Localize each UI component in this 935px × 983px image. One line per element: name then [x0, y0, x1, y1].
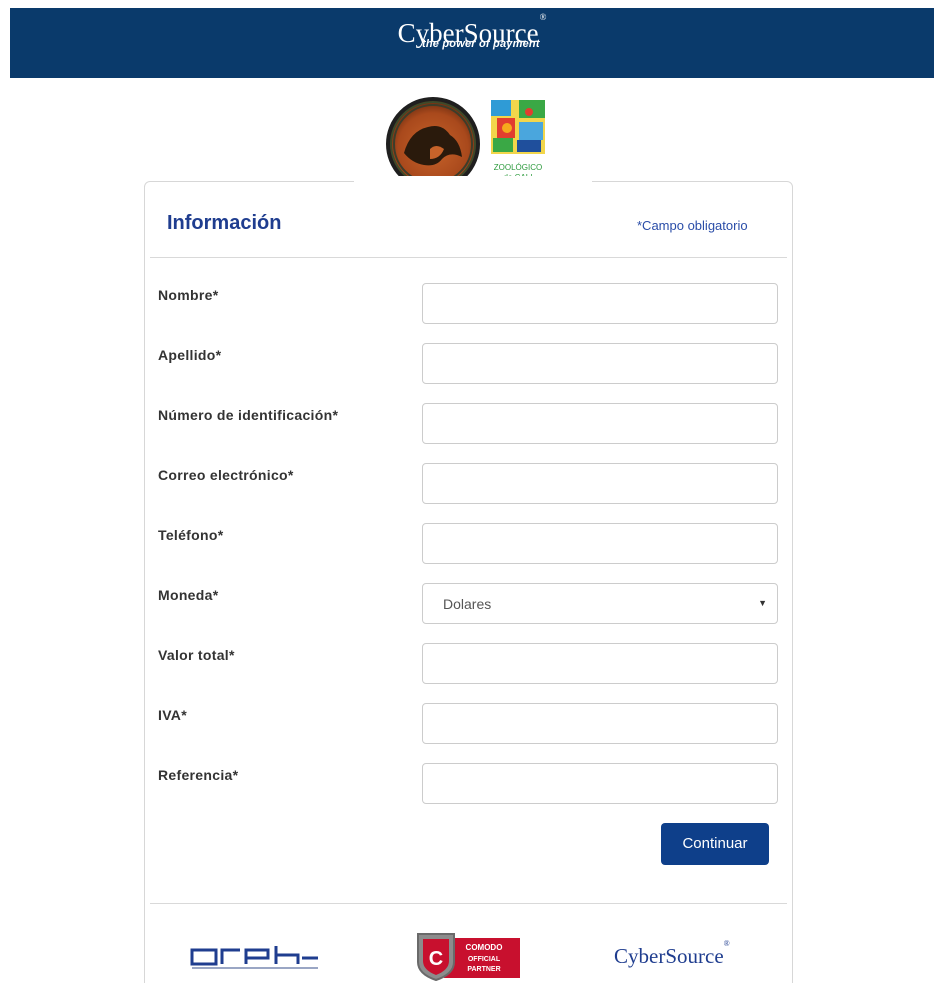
- label-referencia: Referencia*: [158, 767, 239, 783]
- telefono-input[interactable]: [422, 523, 778, 564]
- cybersource-footer-mark: ®: [723, 939, 730, 948]
- label-apellido: Apellido*: [158, 347, 222, 363]
- moneda-select[interactable]: Dolares ▼: [422, 583, 778, 624]
- label-correo: Correo electrónico*: [158, 467, 294, 483]
- comodo-badge: C COMODO OFFICIAL PARTNER: [414, 930, 522, 982]
- required-note: *Campo obligatorio: [637, 218, 748, 233]
- moneda-selected-value: Dolares: [443, 596, 492, 612]
- cybersource-footer-text: CyberSource: [614, 944, 724, 968]
- label-valor-total: Valor total*: [158, 647, 235, 663]
- comodo-line1: COMODO: [466, 943, 503, 952]
- label-nombre: Nombre*: [158, 287, 219, 303]
- correo-input[interactable]: [422, 463, 778, 504]
- comodo-line3: PARTNER: [467, 966, 500, 973]
- label-iva: IVA*: [158, 707, 187, 723]
- aspb-logo: [190, 946, 318, 969]
- brand-tagline: the power of payment: [422, 38, 540, 50]
- referencia-input[interactable]: [422, 763, 778, 804]
- numero-identificacion-input[interactable]: [422, 403, 778, 444]
- header-divider: [150, 257, 787, 258]
- form-title: Información: [167, 212, 282, 234]
- nombre-input[interactable]: [422, 283, 778, 324]
- iva-input[interactable]: [422, 703, 778, 744]
- svg-text:C: C: [429, 948, 443, 970]
- apellido-input[interactable]: [422, 343, 778, 384]
- label-numero-identificacion: Número de identificación*: [158, 407, 339, 423]
- caret-down-icon: ▼: [758, 598, 767, 608]
- valor-total-input[interactable]: [422, 643, 778, 684]
- card-top-gap: [354, 176, 592, 188]
- animal-silhouette-icon: [393, 104, 473, 184]
- brand-mark: ®: [539, 12, 547, 22]
- comodo-line2: OFFICIAL: [468, 956, 501, 963]
- continuar-button[interactable]: Continuar: [661, 823, 769, 865]
- label-moneda: Moneda*: [158, 587, 219, 603]
- label-telefono: Teléfono*: [158, 527, 224, 543]
- zoo-line1: ZOOLÓGICO: [494, 163, 542, 172]
- footer-divider: [150, 903, 787, 904]
- comodo-shield-icon: C COMODO OFFICIAL PARTNER: [417, 933, 520, 982]
- cybersource-footer-logo: CyberSource®: [614, 939, 730, 969]
